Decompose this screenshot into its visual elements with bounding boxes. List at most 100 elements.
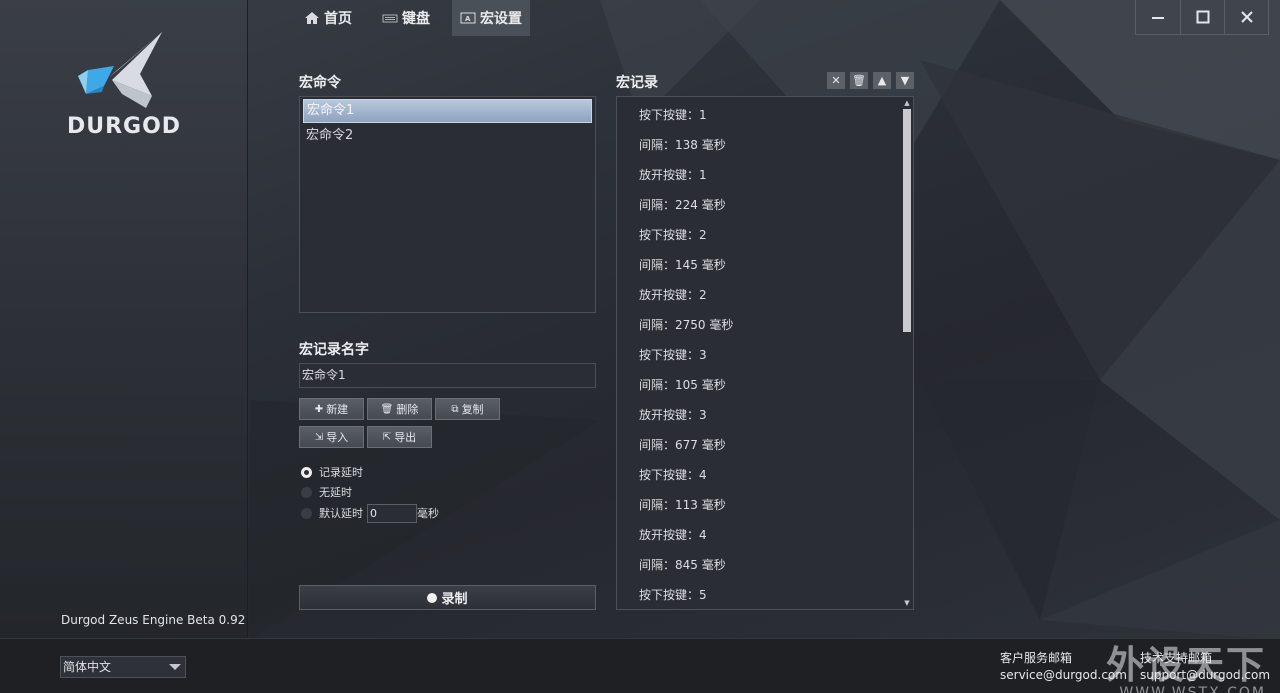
macro-icon: A	[460, 12, 476, 24]
clear-record-button[interactable]: ✕	[827, 72, 845, 89]
minimize-icon	[1152, 17, 1164, 19]
record-toolbar: ✕ 🗑 ▲ ▼	[827, 72, 919, 89]
import-icon: ⇲	[314, 431, 324, 443]
version-label: Durgod Zeus Engine Beta 0.92	[61, 613, 246, 627]
tab-macro-settings-label: 宏设置	[480, 11, 522, 27]
macro-command-item[interactable]: 宏命令1	[303, 99, 592, 123]
delay-option-default[interactable]: 默认延时 0 毫秒	[301, 503, 439, 523]
keyboard-icon	[382, 14, 398, 23]
tech-support-contact: 技术支持邮箱 support@durgod.com	[1140, 650, 1270, 684]
durgod-logo: DURGOD	[48, 30, 200, 140]
copy-button-label: 复制	[461, 403, 484, 416]
export-button-label: 导出	[394, 431, 417, 444]
record-scrollbar[interactable]: ▲ ▼	[901, 97, 913, 609]
language-select[interactable]: 简体中文	[60, 656, 186, 678]
radio-record-delay[interactable]	[301, 466, 312, 478]
record-row[interactable]: 间隔：2750 毫秒	[617, 310, 913, 340]
customer-service-contact: 客户服务邮箱 service@durgod.com	[1000, 650, 1127, 684]
home-icon	[305, 12, 319, 24]
record-row[interactable]: 放开按键：3	[617, 400, 913, 430]
scroll-down-icon[interactable]: ▼	[903, 599, 911, 607]
record-button-label: 录制	[441, 592, 468, 607]
record-row[interactable]: 间隔：138 毫秒	[617, 130, 913, 160]
delay-option-record[interactable]: 记录延时	[301, 464, 363, 480]
record-row[interactable]: 按下按键：2	[617, 220, 913, 250]
close-icon	[1240, 11, 1253, 23]
app-window: DURGOD Durgod Zeus Engine Beta 0.92 首页 键…	[0, 0, 1280, 693]
radio-default-delay[interactable]	[301, 507, 312, 519]
tab-macro-settings[interactable]: A 宏设置	[452, 0, 530, 36]
delete-button[interactable]: 🗑 删除	[367, 398, 432, 420]
delay-option-record-label: 记录延时	[319, 466, 363, 479]
top-nav: 首页 键盘 A 宏设置	[296, 0, 530, 36]
tab-keyboard[interactable]: 键盘	[374, 0, 438, 36]
radio-no-delay[interactable]	[301, 486, 312, 498]
new-button[interactable]: ✚ 新建	[299, 398, 364, 420]
tab-keyboard-label: 键盘	[402, 11, 430, 27]
trash-icon: 🗑	[852, 74, 866, 87]
record-row[interactable]: 放开按键：1	[617, 160, 913, 190]
record-row[interactable]: 间隔：845 毫秒	[617, 550, 913, 580]
macro-record-list[interactable]: 按下按键：1 间隔：138 毫秒 放开按键：1 间隔：224 毫秒 按下按键：2 间隔：1…	[616, 96, 914, 610]
footer: 简体中文 客户服务邮箱 service@durgod.com 技术支持邮箱 su…	[0, 638, 1280, 693]
logo-text: DURGOD	[66, 114, 182, 139]
language-select-value: 简体中文	[63, 660, 112, 674]
move-up-button[interactable]: ▲	[873, 72, 891, 89]
record-row[interactable]: 间隔：105 毫秒	[617, 370, 913, 400]
scrollbar-thumb[interactable]	[903, 109, 911, 332]
macro-record-rows: 按下按键：1 间隔：138 毫秒 放开按键：1 间隔：224 毫秒 按下按键：2 间隔：1…	[617, 100, 913, 609]
macro-command-list[interactable]: 宏命令1 宏命令2	[299, 96, 596, 313]
watermark-en: WWW.WSTX.COM	[1119, 685, 1266, 693]
close-icon: ✕	[831, 74, 841, 87]
record-row[interactable]: 按下按键：3	[617, 340, 913, 370]
tab-home-label: 首页	[324, 11, 352, 27]
delay-option-none[interactable]: 无延时	[301, 484, 352, 500]
delay-option-none-label: 无延时	[319, 486, 352, 499]
macro-name-title: 宏记录名字	[299, 342, 369, 358]
chevron-down-icon	[169, 664, 181, 670]
tech-support-label: 技术支持邮箱	[1140, 651, 1213, 665]
close-button[interactable]	[1224, 0, 1268, 34]
record-row[interactable]: 按下按键：4	[617, 460, 913, 490]
record-row[interactable]: 间隔：113 毫秒	[617, 490, 913, 520]
macro-record-title: 宏记录	[616, 75, 658, 91]
record-row[interactable]: 放开按键：4	[617, 520, 913, 550]
new-button-label: 新建	[326, 403, 349, 416]
customer-service-label: 客户服务邮箱	[1000, 651, 1073, 665]
record-button[interactable]: 录制	[299, 585, 596, 610]
record-row[interactable]: 间隔：145 毫秒	[617, 250, 913, 280]
copy-icon: ⧉	[451, 403, 459, 415]
import-button-label: 导入	[326, 431, 349, 444]
delay-option-default-label: 默认延时	[319, 507, 363, 520]
default-delay-input[interactable]: 0	[367, 503, 417, 523]
customer-service-email[interactable]: service@durgod.com	[1000, 667, 1127, 684]
record-row[interactable]: 按下按键：5	[617, 580, 913, 609]
record-row[interactable]: 按下按键：1	[617, 100, 913, 130]
window-controls	[1135, 0, 1269, 35]
triangle-up-icon: ▲	[877, 74, 887, 87]
delete-button-label: 删除	[396, 403, 419, 416]
macro-commands-title: 宏命令	[299, 75, 341, 91]
minimize-button[interactable]	[1136, 0, 1180, 34]
svg-text:A: A	[465, 15, 471, 23]
macro-command-item[interactable]: 宏命令2	[303, 125, 592, 149]
triangle-down-icon: ▼	[900, 74, 910, 87]
import-button[interactable]: ⇲ 导入	[299, 426, 364, 448]
record-row[interactable]: 间隔：224 毫秒	[617, 190, 913, 220]
falcon-logo-icon	[78, 32, 162, 108]
delay-unit-label: 毫秒	[417, 507, 439, 520]
scroll-up-icon[interactable]: ▲	[903, 99, 911, 107]
tech-support-email[interactable]: support@durgod.com	[1140, 667, 1270, 684]
export-icon: ⇱	[382, 431, 392, 443]
maximize-button[interactable]	[1180, 0, 1224, 34]
export-button[interactable]: ⇱ 导出	[367, 426, 432, 448]
sidebar: DURGOD Durgod Zeus Engine Beta 0.92	[0, 0, 248, 638]
delete-record-button[interactable]: 🗑	[850, 72, 868, 89]
record-row[interactable]: 间隔：677 毫秒	[617, 430, 913, 460]
record-row[interactable]: 放开按键：2	[617, 280, 913, 310]
macro-name-input[interactable]: 宏命令1	[299, 363, 596, 388]
tab-home[interactable]: 首页	[296, 0, 360, 36]
move-down-button[interactable]: ▼	[896, 72, 914, 89]
copy-button[interactable]: ⧉ 复制	[435, 398, 500, 420]
record-dot-icon	[427, 592, 438, 603]
